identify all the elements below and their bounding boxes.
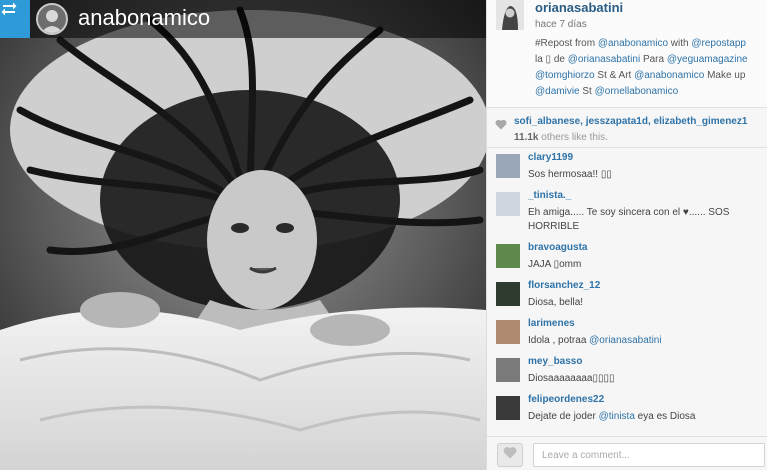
comment-item: florsanchez_12 Diosa, bella! [487,276,767,314]
photo-illustration [0,0,486,470]
mention-link[interactable]: @repostapp [691,38,746,49]
text-segment: Eh amiga..... Te soy sincera con el ♥...… [528,207,730,232]
owner-username[interactable]: orianasabatini [535,0,623,15]
likers-list[interactable]: sofi_albanese, jesszapata1d, elizabeth_g… [514,116,747,127]
repost-badge[interactable] [0,0,30,38]
comment-item: _tinista._ Eh amiga..... Te soy sincera c… [487,186,767,238]
comment-text: Diosa, bella! [528,296,764,310]
repost-bar [0,0,486,38]
likes-count: 11.1k [514,132,539,143]
like-button[interactable] [497,443,523,467]
commenter-avatar[interactable] [496,282,520,306]
commenter-avatar[interactable] [496,192,520,216]
commenter-avatar[interactable] [496,244,520,268]
instagram-post-view: anabonamico orianasabatini hace 7 días #… [0,0,767,470]
mention-link[interactable]: @tinista [599,411,635,422]
commenter-username[interactable]: felipeordenes22 [528,394,604,405]
text-segment: Diosaaaaaaaa▯▯▯▯ [528,373,615,384]
caption-line: @tomghiorzo St & Art @anabonamico Make u… [535,68,767,84]
commenter-username[interactable]: mey_basso [528,356,582,367]
mention-link[interactable]: @orianasabatini [589,335,661,346]
repost-user-avatar[interactable] [36,3,68,35]
text-segment: Idola , potraa [528,335,590,346]
mention-link[interactable]: @anabonamico [634,70,704,81]
post-header: orianasabatini hace 7 días #Repost from … [487,0,767,108]
commenter-username[interactable]: clary1199 [528,152,573,163]
comment-input[interactable] [533,443,765,467]
mention-link[interactable]: @anabonamico [598,38,668,49]
text-segment: with [668,38,692,49]
comment-footer [487,436,767,470]
commenter-username[interactable]: bravoagusta [528,242,587,253]
commenter-avatar[interactable] [496,396,520,420]
text-segment: St [579,86,595,97]
comment-item: clary1199 Sos hermosaa!! ▯▯ [487,148,767,186]
mention-link[interactable]: @yeguamagazine [667,54,748,65]
text-segment: eya es Diosa [634,411,696,422]
comment-text: Dejate de joder @tinista eya es Diosa [528,410,764,424]
comment-item: felipeordenes22 Dejate de joder @tinista … [487,390,767,428]
comment-text: JAJA ▯omm [528,258,764,272]
mention-link[interactable]: @damivie [535,86,580,97]
comment-item: bravoagusta JAJA ▯omm [487,238,767,276]
comment-item: mey_basso Diosaaaaaaaa▯▯▯▯ [487,352,767,390]
mention-link[interactable]: @orianasabatini [568,54,640,65]
comment-text: Eh amiga..... Te soy sincera con el ♥...… [528,206,764,234]
commenter-avatar[interactable] [496,320,520,344]
repost-username[interactable]: anabonamico [78,4,210,32]
text-segment: Diosa, bella! [528,297,584,308]
text-segment: la ▯ de [535,54,568,65]
text-segment: Dejate de joder [528,411,599,422]
caption-line: @damivie St @ornellabonamico [535,84,767,100]
comment-text: Diosaaaaaaaa▯▯▯▯ [528,372,764,386]
mention-link[interactable]: @ornellabonamico [595,86,679,97]
post-photo[interactable]: anabonamico [0,0,486,470]
commenter-username[interactable]: _tinista._ [528,190,571,201]
comments-list[interactable]: clary1199 Sos hermosaa!! ▯▯ _tinista._ Eh a… [487,148,767,436]
text-segment: Make up [704,70,746,81]
owner-avatar[interactable] [496,0,524,30]
heart-icon [495,117,507,130]
commenter-avatar[interactable] [496,154,520,178]
caption-line: la ▯ de @orianasabatini Para @yeguamagaz… [535,52,767,68]
post-caption: #Repost from @anabonamico with @repostap… [535,36,767,100]
mention-link[interactable]: @tomghiorzo [535,70,595,81]
commenter-username[interactable]: larimenes [528,318,575,329]
likes-count-text: 11.1k others like this. [514,132,608,143]
comment-item: larimenes Idola , potraa @orianasabatini [487,314,767,352]
post-side-panel: orianasabatini hace 7 días #Repost from … [486,0,767,470]
text-segment: #Repost from [535,38,598,49]
post-timestamp: hace 7 días [535,19,587,30]
comment-text: Sos hermosaa!! ▯▯ [528,168,764,182]
likes-section: sofi_albanese, jesszapata1d, elizabeth_g… [487,108,767,148]
likes-suffix: others like this. [541,132,608,143]
commenter-avatar[interactable] [496,358,520,382]
text-segment: JAJA ▯omm [528,259,582,270]
caption-line: #Repost from @anabonamico with @repostap… [535,36,767,52]
text-segment: St & Art [594,70,635,81]
text-segment: Sos hermosaa!! ▯▯ [528,169,612,180]
text-segment: Para [640,54,667,65]
commenter-username[interactable]: florsanchez_12 [528,280,600,291]
comment-text: Idola , potraa @orianasabatini [528,334,764,348]
heart-icon [503,446,517,464]
